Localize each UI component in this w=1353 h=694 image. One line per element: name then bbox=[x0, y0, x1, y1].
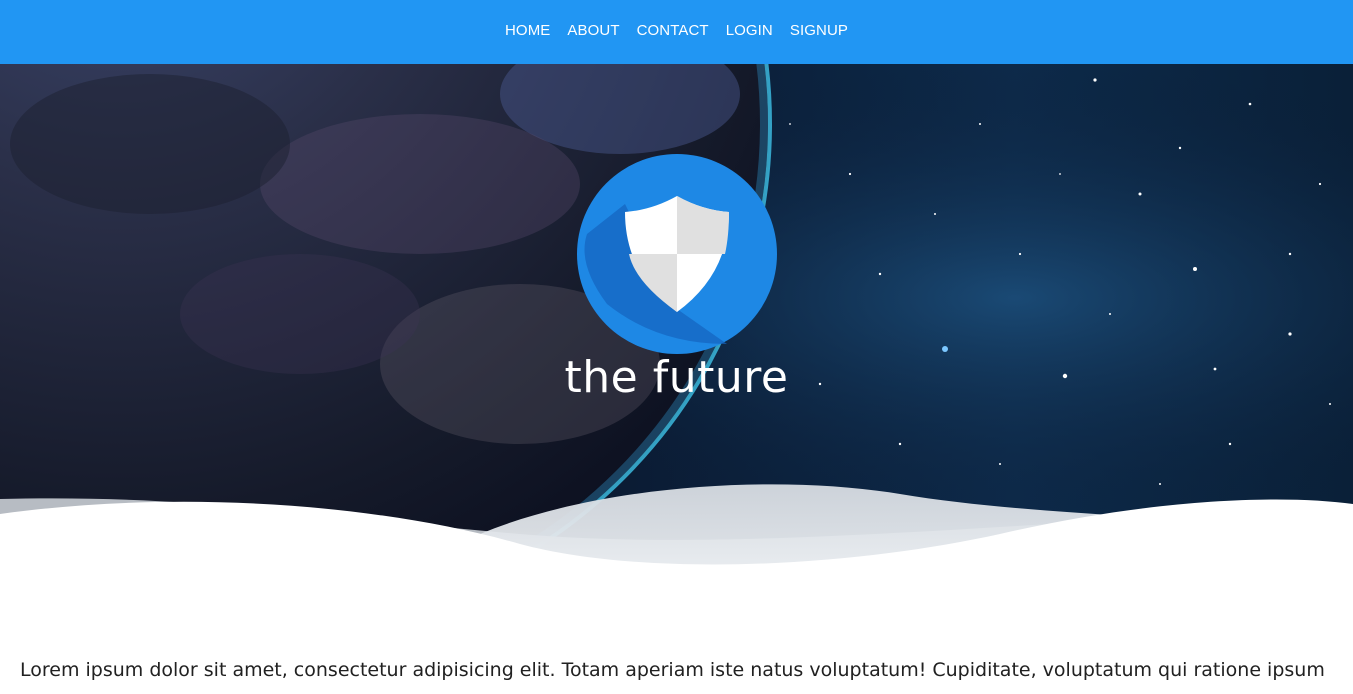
hero-title: the future bbox=[564, 352, 789, 403]
hero-banner: the future bbox=[0, 64, 1353, 584]
nav-contact-link[interactable]: CONTACT bbox=[628, 22, 717, 39]
intro-paragraph: Lorem ipsum dolor sit amet, consectetur … bbox=[20, 659, 1325, 681]
shield-logo bbox=[577, 154, 777, 354]
nav-list: HOME ABOUT CONTACT LOGIN SIGNUP bbox=[497, 20, 857, 39]
nav-signup-link[interactable]: SIGNUP bbox=[781, 22, 856, 39]
shield-icon bbox=[577, 154, 777, 354]
nav-about-link[interactable]: ABOUT bbox=[559, 22, 628, 39]
nav-login-link[interactable]: LOGIN bbox=[717, 22, 781, 39]
top-navbar: HOME ABOUT CONTACT LOGIN SIGNUP bbox=[0, 0, 1353, 64]
nav-home-link[interactable]: HOME bbox=[497, 22, 559, 39]
